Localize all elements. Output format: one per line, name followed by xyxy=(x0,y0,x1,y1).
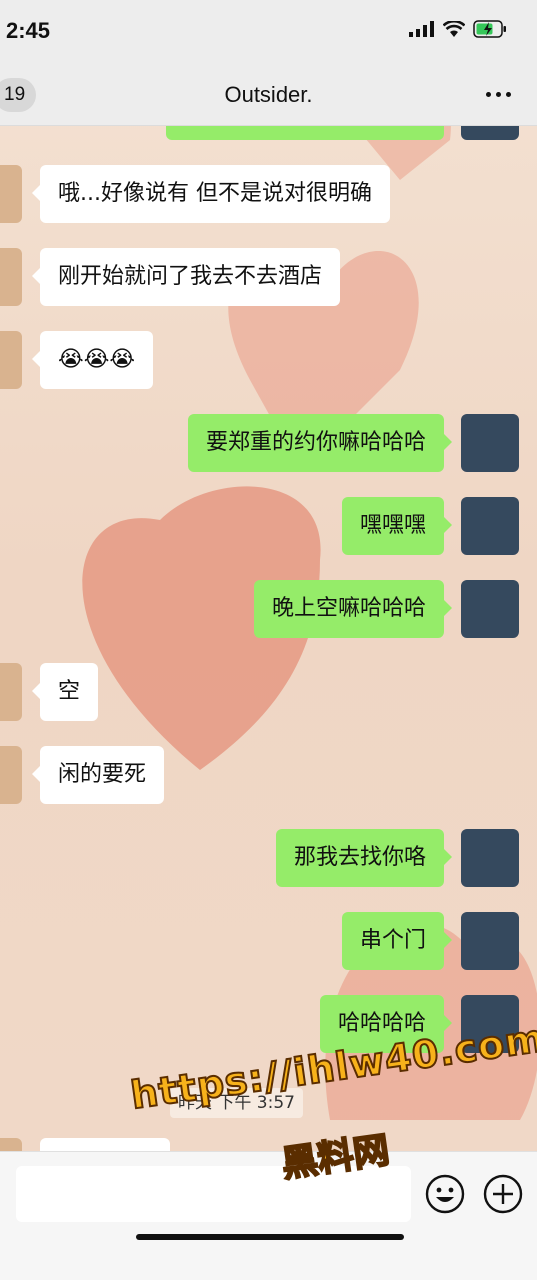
status-bar: 2:45 xyxy=(0,0,537,64)
my-avatar[interactable] xyxy=(461,580,519,638)
my-avatar[interactable] xyxy=(461,912,519,970)
message-row: 串个门 xyxy=(0,912,537,972)
message-bubble[interactable]: 刚开始就问了我去不去酒店 xyxy=(31,248,341,306)
message-bubble[interactable]: 串个门 xyxy=(341,912,453,970)
message-row: 晚上空嘛哈哈哈 xyxy=(0,580,537,640)
message-row: 空 xyxy=(0,663,537,723)
message-bubble[interactable]: 哦...好像说有 但不是说对很明确 xyxy=(32,165,390,223)
message-bubble[interactable]: 晚上空嘛哈哈哈 xyxy=(253,580,453,638)
message-row xyxy=(0,126,537,142)
status-time: 2:45 xyxy=(6,18,51,43)
message-bubble[interactable]: 空 xyxy=(31,663,99,721)
message-row: 嘿嘿嘿 xyxy=(0,497,537,557)
message-bubble[interactable]: 嘿嘿嘿 xyxy=(341,497,453,555)
my-avatar[interactable] xyxy=(461,126,519,140)
more-options-icon[interactable] xyxy=(486,92,511,97)
battery-charging-icon xyxy=(473,20,506,38)
message-row: 闲的要死 xyxy=(0,746,537,806)
my-avatar[interactable] xyxy=(461,414,519,472)
message-row: 哈哈哈哈 xyxy=(0,995,537,1055)
contact-avatar[interactable] xyxy=(0,663,22,721)
contact-avatar[interactable] xyxy=(0,1138,22,1151)
plus-icon[interactable] xyxy=(482,1173,524,1215)
message-bubble-partial[interactable] xyxy=(166,126,444,140)
home-indicator xyxy=(136,1234,404,1240)
contact-avatar[interactable] xyxy=(0,165,22,223)
input-bar xyxy=(0,1151,537,1280)
message-list[interactable]: 哦...好像说有 但不是说对很明确 刚开始就问了我去不去酒店 😭😭😭 要郑重的约… xyxy=(0,126,537,1151)
message-row: 那我去找你咯 xyxy=(0,829,537,889)
message-bubble[interactable]: 那我去找你咯 xyxy=(275,829,453,887)
message-bubble[interactable]: 要郑重的约你嘛哈哈哈 xyxy=(187,414,453,472)
message-input[interactable] xyxy=(16,1166,411,1222)
message-bubble-partial[interactable] xyxy=(40,1138,170,1151)
message-row xyxy=(0,1138,537,1151)
contact-avatar[interactable] xyxy=(0,331,22,389)
cellular-signal-icon xyxy=(409,21,434,37)
my-avatar[interactable] xyxy=(461,497,519,555)
wifi-icon xyxy=(443,21,465,37)
message-row: 刚开始就问了我去不去酒店 xyxy=(0,248,537,308)
my-avatar[interactable] xyxy=(461,829,519,887)
contact-avatar[interactable] xyxy=(0,248,22,306)
message-timestamp: 昨天 下午 3:57 xyxy=(170,1088,303,1118)
message-bubble[interactable]: 😭😭😭 xyxy=(31,331,154,389)
emoji-icon[interactable] xyxy=(424,1173,466,1215)
message-row: 哦...好像说有 但不是说对很明确 xyxy=(0,165,537,225)
chat-title: Outsider. xyxy=(224,82,313,107)
chat-header: 19 Outsider. xyxy=(0,64,537,126)
contact-avatar[interactable] xyxy=(0,746,22,804)
message-bubble[interactable]: 闲的要死 xyxy=(31,746,165,804)
message-row: 😭😭😭 xyxy=(0,331,537,391)
my-avatar[interactable] xyxy=(461,995,519,1053)
status-icons xyxy=(409,20,507,38)
message-row: 要郑重的约你嘛哈哈哈 xyxy=(0,414,537,474)
message-bubble[interactable]: 哈哈哈哈 xyxy=(319,995,453,1053)
